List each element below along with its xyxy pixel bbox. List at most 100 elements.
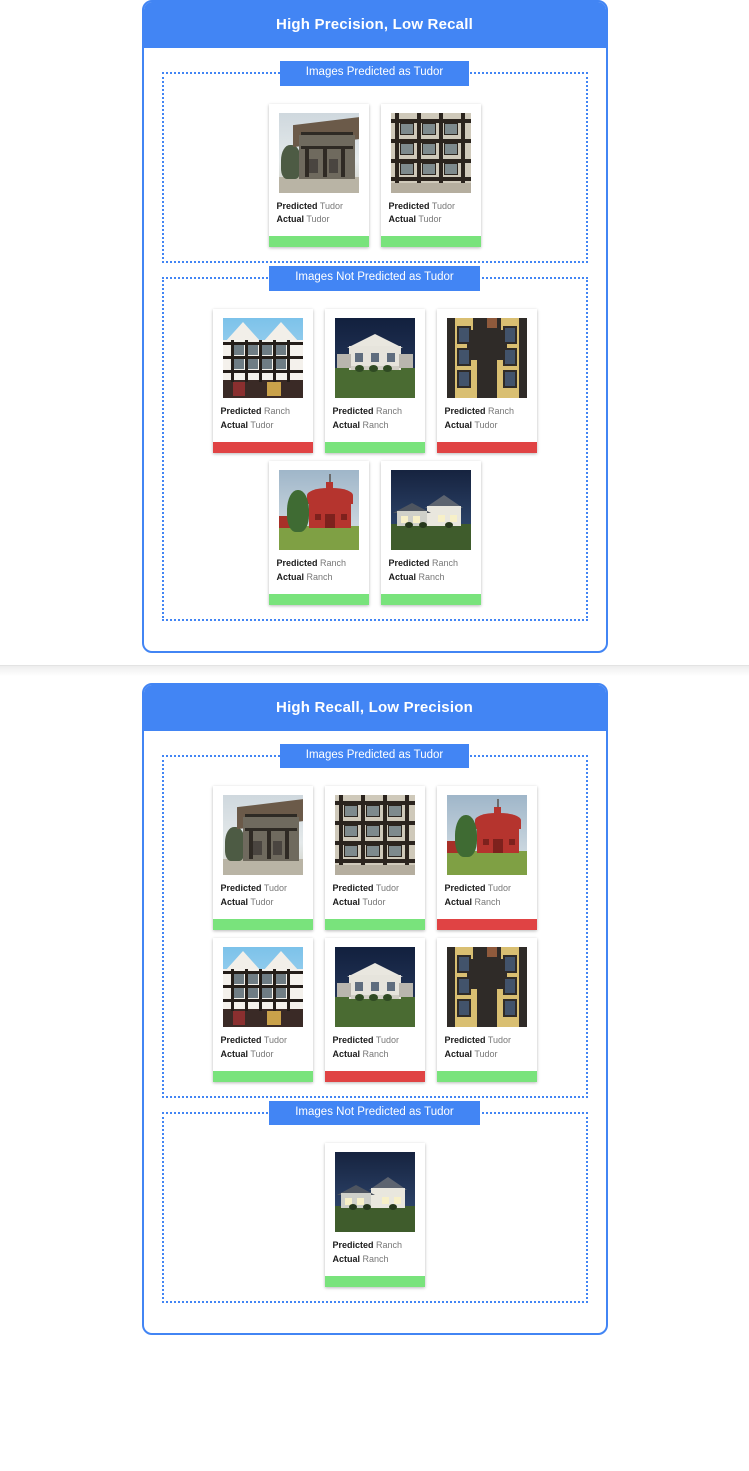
- actual-label-row: Actual Tudor: [333, 896, 417, 910]
- predicted-value: Tudor: [374, 1035, 400, 1045]
- predicted-label-row: Predicted Ranch: [277, 557, 361, 571]
- predicted-label-row: Predicted Tudor: [221, 1034, 305, 1048]
- prediction-card: Predicted RanchActual Ranch: [381, 461, 481, 605]
- predicted-label: Predicted: [221, 406, 262, 416]
- actual-label-row: Actual Ranch: [333, 1048, 417, 1062]
- actual-label: Actual: [333, 1049, 361, 1059]
- card-grid: Predicted RanchActual TudorPredicted Ran…: [170, 295, 580, 605]
- predicted-label: Predicted: [445, 406, 486, 416]
- predicted-label: Predicted: [333, 883, 374, 893]
- prediction-card: Predicted RanchActual Ranch: [325, 1143, 425, 1287]
- card-thumbnail-tudor-cottage: [223, 795, 303, 875]
- actual-label-row: Actual Tudor: [445, 1048, 529, 1062]
- predicted-label: Predicted: [333, 1035, 374, 1045]
- status-bar-correct: [269, 236, 369, 247]
- predicted-value: Ranch: [318, 558, 347, 568]
- card-thumbnail-ranch-white: [335, 947, 415, 1027]
- status-bar-correct: [269, 594, 369, 605]
- actual-label-row: Actual Tudor: [221, 896, 305, 910]
- panel-body: Images Predicted as Tudor Predicted Tudor…: [144, 48, 606, 651]
- actual-value: Ranch: [360, 1049, 389, 1059]
- prediction-card: Predicted RanchActual Ranch: [325, 309, 425, 453]
- section-legend: Images Predicted as Tudor: [280, 744, 469, 769]
- actual-label-row: Actual Ranch: [333, 1253, 417, 1267]
- image-section: Images Predicted as TudorPredicted Tudor…: [162, 755, 588, 1098]
- actual-value: Tudor: [248, 1049, 274, 1059]
- card-thumbnail-ranch-suburban: [391, 470, 471, 550]
- predicted-label: Predicted: [389, 201, 430, 211]
- actual-label: Actual: [221, 420, 249, 430]
- actual-value: Tudor: [416, 214, 442, 224]
- card-thumbnail-tudor-yellow: [447, 947, 527, 1027]
- card-thumbnail-tudor-street: [223, 947, 303, 1027]
- predicted-label: Predicted: [221, 1035, 262, 1045]
- status-bar-incorrect: [325, 1071, 425, 1082]
- predicted-label-row: Predicted Tudor: [389, 200, 473, 214]
- status-bar-correct: [381, 236, 481, 247]
- predicted-value: Tudor: [374, 883, 400, 893]
- actual-label-row: Actual Tudor: [389, 213, 473, 227]
- predicted-value: Tudor: [262, 883, 288, 893]
- predicted-label-row: Predicted Tudor: [333, 1034, 417, 1048]
- actual-label: Actual: [333, 897, 361, 907]
- image-section: Images Predicted as TudorPredicted Tudor…: [162, 72, 588, 263]
- prediction-card: Predicted TudorActual Tudor: [213, 938, 313, 1082]
- card-thumbnail-tudor-street: [223, 318, 303, 398]
- panel-separator: [0, 665, 749, 683]
- predicted-label: Predicted: [221, 883, 262, 893]
- section-legend-row: Images Predicted as Tudor: [170, 744, 580, 769]
- actual-label-row: Actual Tudor: [277, 213, 361, 227]
- actual-label: Actual: [221, 897, 249, 907]
- actual-label: Actual: [333, 1254, 361, 1264]
- actual-label: Actual: [389, 214, 417, 224]
- card-labels: Predicted TudorActual Tudor: [437, 1027, 537, 1071]
- actual-label-row: Actual Ranch: [277, 571, 361, 585]
- card-labels: Predicted RanchActual Tudor: [213, 398, 313, 442]
- card-labels: Predicted TudorActual Tudor: [213, 875, 313, 919]
- prediction-card: Predicted TudorActual Tudor: [213, 786, 313, 930]
- card-thumbnail-tudor-timber: [335, 795, 415, 875]
- actual-label: Actual: [445, 897, 473, 907]
- status-bar-correct: [213, 919, 313, 930]
- status-bar-incorrect: [213, 442, 313, 453]
- card-labels: Predicted TudorActual Tudor: [213, 1027, 313, 1071]
- prediction-card: Predicted RanchActual Tudor: [437, 309, 537, 453]
- card-labels: Predicted RanchActual Ranch: [381, 550, 481, 594]
- predicted-label-row: Predicted Tudor: [333, 882, 417, 896]
- section-legend: Images Not Predicted as Tudor: [269, 266, 480, 291]
- actual-label-row: Actual Ranch: [333, 419, 417, 433]
- predicted-label-row: Predicted Tudor: [277, 200, 361, 214]
- actual-value: Ranch: [472, 897, 501, 907]
- predicted-label-row: Predicted Ranch: [389, 557, 473, 571]
- actual-value: Tudor: [472, 1049, 498, 1059]
- status-bar-incorrect: [437, 919, 537, 930]
- actual-value: Tudor: [248, 897, 274, 907]
- predicted-value: Tudor: [262, 1035, 288, 1045]
- panel-body: Images Predicted as Tudor Predicted Tudor…: [144, 731, 606, 1334]
- image-section: Images Not Predicted as TudorPredicted R…: [162, 277, 588, 620]
- predicted-label-row: Predicted Tudor: [221, 882, 305, 896]
- predicted-label: Predicted: [333, 1240, 374, 1250]
- card-thumbnail-ranch-barn: [279, 470, 359, 550]
- prediction-card: Predicted TudorActual Tudor: [437, 938, 537, 1082]
- predicted-label-row: Predicted Ranch: [333, 1239, 417, 1253]
- predicted-value: Tudor: [318, 201, 344, 211]
- prediction-card: Predicted TudorActual Tudor: [381, 104, 481, 248]
- status-bar-correct: [213, 1071, 313, 1082]
- actual-label: Actual: [389, 572, 417, 582]
- predicted-label-row: Predicted Ranch: [333, 405, 417, 419]
- status-bar-correct: [325, 1276, 425, 1287]
- actual-label: Actual: [277, 214, 305, 224]
- actual-label: Actual: [277, 572, 305, 582]
- card-thumbnail-ranch-barn: [447, 795, 527, 875]
- image-section: Images Not Predicted as TudorPredicted R…: [162, 1112, 588, 1303]
- card-labels: Predicted TudorActual Tudor: [269, 193, 369, 237]
- panel-title: High Recall, Low Precision: [144, 685, 606, 731]
- predicted-label: Predicted: [277, 201, 318, 211]
- actual-value: Tudor: [248, 420, 274, 430]
- section-legend-row: Images Predicted as Tudor: [170, 61, 580, 86]
- prediction-card: Predicted TudorActual Tudor: [269, 104, 369, 248]
- status-bar-correct: [437, 1071, 537, 1082]
- card-thumbnail-tudor-timber: [391, 113, 471, 193]
- actual-label-row: Actual Ranch: [445, 896, 529, 910]
